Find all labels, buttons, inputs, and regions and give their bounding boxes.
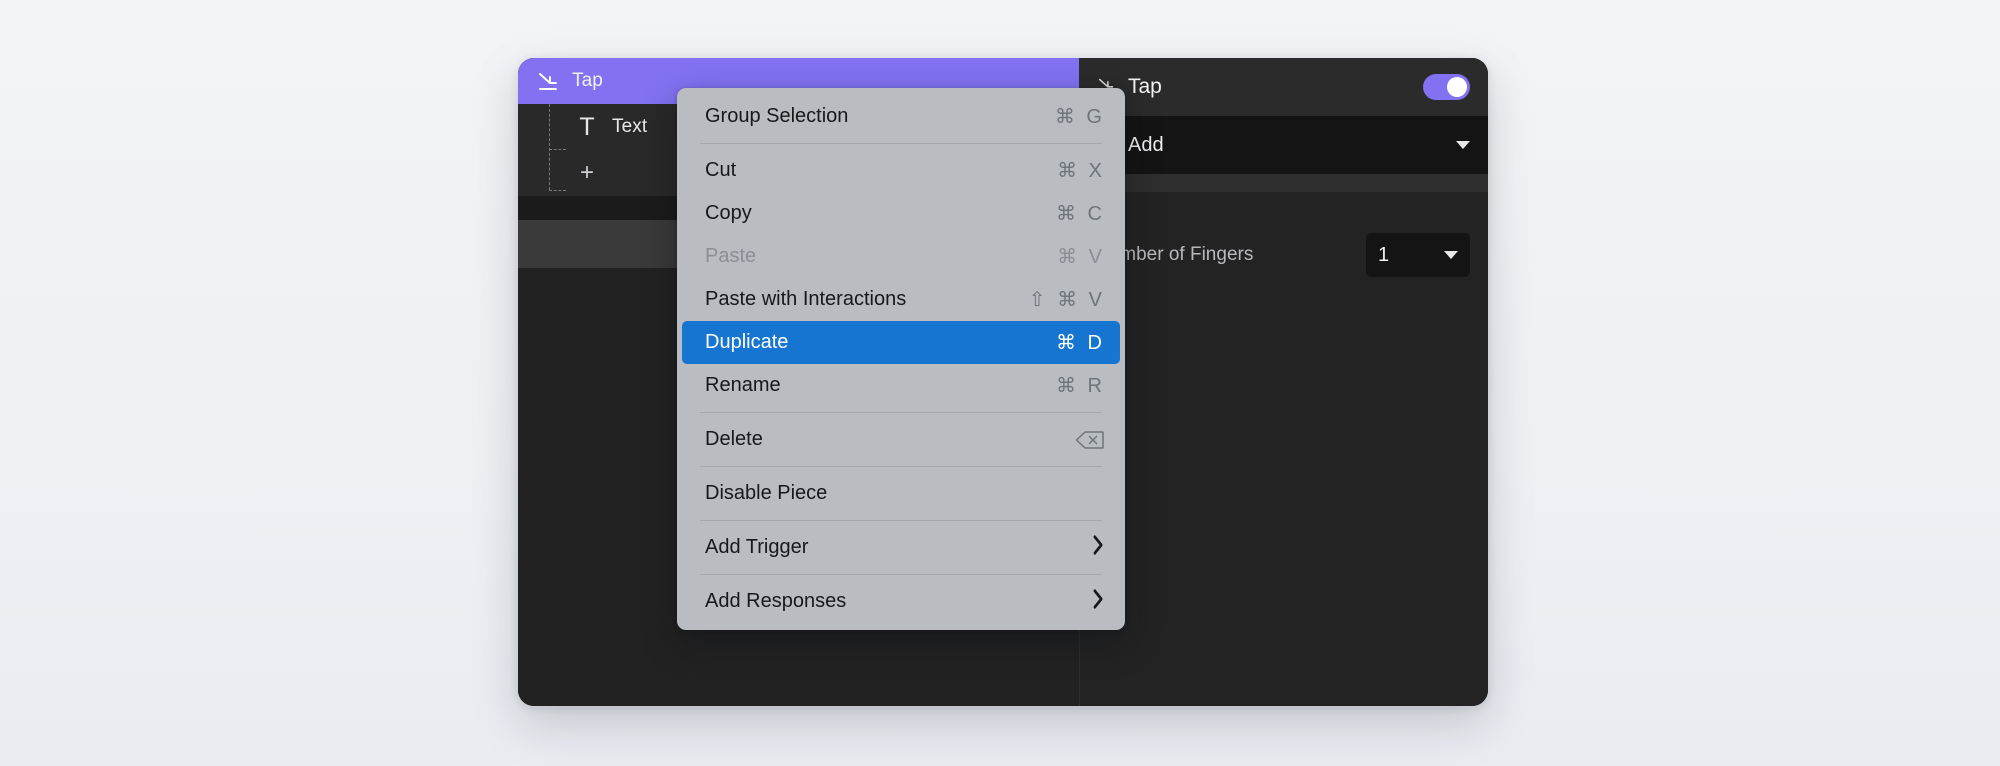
menu-separator <box>700 466 1102 467</box>
menu-item-label: Copy <box>705 202 1056 225</box>
inspector-body: Number of Fingers 1 <box>1080 192 1488 706</box>
menu-item-paste: Paste⌘ V <box>682 235 1120 278</box>
inspector-header: Tap <box>1080 58 1488 116</box>
number-of-fingers-label: Number of Fingers <box>1096 244 1366 266</box>
number-of-fingers-value: 1 <box>1378 244 1444 267</box>
menu-item-disable-piece[interactable]: Disable Piece <box>682 472 1120 515</box>
inspector-section-divider <box>1080 174 1488 192</box>
context-menu[interactable]: Group Selection⌘ GCut⌘ XCopy⌘ CPaste⌘ VP… <box>677 88 1125 630</box>
chevron-down-icon <box>1456 141 1470 149</box>
menu-item-add-responses[interactable]: Add Responses <box>682 580 1120 623</box>
plus-icon: + <box>574 161 600 185</box>
menu-item-label: Rename <box>705 374 1056 397</box>
menu-item-shortcut: ⌘ X <box>1057 158 1105 183</box>
menu-item-label: Group Selection <box>705 105 1055 128</box>
menu-item-shortcut: ⌘ V <box>1057 244 1105 269</box>
menu-item-shortcut: ⌘ D <box>1056 330 1105 355</box>
menu-separator <box>700 143 1102 144</box>
tap-gesture-icon <box>536 68 562 94</box>
toggle-knob <box>1447 77 1467 97</box>
target-select-value: Add <box>1128 134 1456 157</box>
tree-row-tap-label: Tap <box>572 70 603 92</box>
menu-item-label: Disable Piece <box>705 482 1105 505</box>
number-of-fingers-row: Number of Fingers 1 <box>1080 229 1488 281</box>
menu-item-label: Paste with Interactions <box>705 288 1029 311</box>
chevron-down-icon <box>1444 251 1458 259</box>
tree-row-text-label: Text <box>612 116 647 138</box>
delete-backspace-icon <box>1075 430 1105 450</box>
menu-item-label: Delete <box>705 428 1075 451</box>
menu-item-delete[interactable]: Delete <box>682 418 1120 461</box>
menu-item-duplicate[interactable]: Duplicate⌘ D <box>682 321 1120 364</box>
menu-item-label: Duplicate <box>705 331 1056 354</box>
menu-separator <box>700 520 1102 521</box>
menu-item-label: Add Responses <box>705 590 1092 613</box>
menu-item-shortcut: ⌘ C <box>1056 201 1105 226</box>
number-of-fingers-select[interactable]: 1 <box>1366 233 1470 277</box>
menu-item-add-trigger[interactable]: Add Trigger <box>682 526 1120 569</box>
text-type-icon: T <box>574 114 600 140</box>
menu-item-label: Cut <box>705 159 1057 182</box>
menu-item-group-selection[interactable]: Group Selection⌘ G <box>682 95 1120 138</box>
menu-item-paste-with-interactions[interactable]: Paste with Interactions⇧ ⌘ V <box>682 278 1120 321</box>
menu-item-shortcut: ⌘ G <box>1055 104 1105 129</box>
menu-item-label: Add Trigger <box>705 536 1092 559</box>
menu-item-label: Paste <box>705 245 1057 268</box>
enable-toggle[interactable] <box>1423 74 1470 100</box>
menu-item-cut[interactable]: Cut⌘ X <box>682 149 1120 192</box>
menu-item-shortcut: ⌘ R <box>1056 373 1105 398</box>
menu-item-rename[interactable]: Rename⌘ R <box>682 364 1120 407</box>
menu-separator <box>700 574 1102 575</box>
menu-separator <box>700 412 1102 413</box>
menu-item-copy[interactable]: Copy⌘ C <box>682 192 1120 235</box>
inspector-title: Tap <box>1128 75 1423 99</box>
chevron-right-icon <box>1092 533 1105 562</box>
target-select[interactable]: T Add <box>1080 116 1488 174</box>
screen-root: Tap T Text + Add Trigger <box>0 0 2000 766</box>
inspector-panel: Tap T Add Number of Fingers 1 <box>1080 58 1488 706</box>
chevron-right-icon <box>1092 587 1105 616</box>
menu-item-shortcut: ⇧ ⌘ V <box>1029 287 1105 312</box>
